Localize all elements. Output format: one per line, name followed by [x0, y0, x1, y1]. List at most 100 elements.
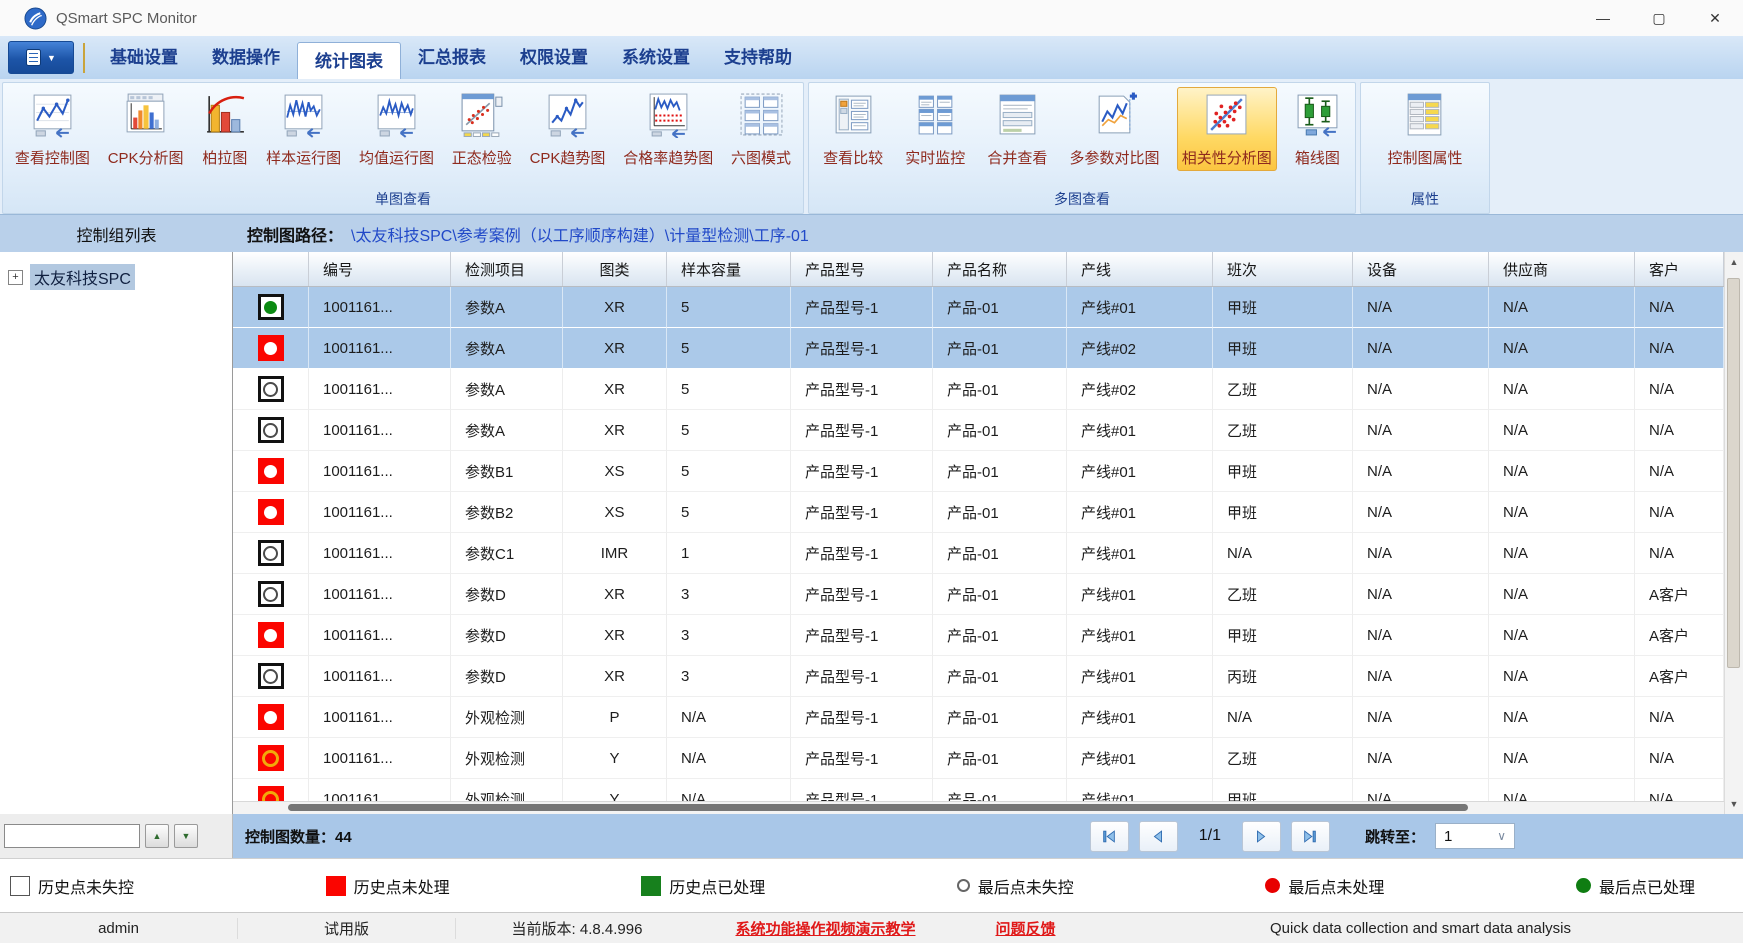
horizontal-scrollbar[interactable] — [233, 801, 1724, 814]
table-cell[interactable]: N/A — [1635, 287, 1724, 328]
ribbon-btn-normality-test[interactable]: 正态检验 — [447, 87, 517, 171]
table-header-cell[interactable]: 客户 — [1635, 252, 1724, 286]
cell-status[interactable] — [233, 287, 309, 328]
table-cell[interactable]: IMR — [563, 533, 667, 574]
table-cell[interactable]: A客户 — [1635, 615, 1724, 656]
next-page-button[interactable] — [1241, 820, 1281, 852]
table-cell[interactable]: N/A — [1213, 533, 1353, 574]
table-cell[interactable]: 产品-01 — [933, 656, 1067, 697]
table-cell[interactable]: 1001161... — [309, 533, 451, 574]
table-cell[interactable]: 产品-01 — [933, 369, 1067, 410]
table-cell[interactable]: 产品型号-1 — [791, 410, 933, 451]
cell-status[interactable] — [233, 492, 309, 533]
table-cell[interactable]: 3 — [667, 574, 791, 615]
table-cell[interactable]: N/A — [1635, 369, 1724, 410]
tree-node-label[interactable]: 太友科技SPC — [30, 264, 135, 290]
cell-status[interactable] — [233, 451, 309, 492]
table-cell[interactable]: 产品-01 — [933, 287, 1067, 328]
table-cell[interactable]: 乙班 — [1213, 410, 1353, 451]
prev-page-button[interactable] — [1138, 820, 1178, 852]
ribbon-btn-six-chart-mode[interactable]: 六图模式 — [726, 87, 796, 171]
table-cell[interactable]: 乙班 — [1213, 738, 1353, 779]
table-cell[interactable]: XR — [563, 410, 667, 451]
table-cell[interactable]: XR — [563, 287, 667, 328]
table-row[interactable]: 1001161... 参数C1 IMR 1 产品型号-1 产品-01 产线#01 N/A N/A… — [233, 533, 1724, 574]
table-cell[interactable]: 1001161... — [309, 287, 451, 328]
table-cell[interactable]: N/A — [1213, 697, 1353, 738]
table-cell[interactable]: N/A — [1635, 779, 1724, 801]
table-cell[interactable]: 产品-01 — [933, 328, 1067, 369]
feedback-link[interactable]: 问题反馈 — [995, 918, 1055, 939]
table-cell[interactable]: N/A — [1635, 328, 1724, 369]
table-cell[interactable]: N/A — [1489, 615, 1635, 656]
table-cell[interactable]: 1001161... — [309, 328, 451, 369]
table-cell[interactable]: 产线#02 — [1067, 328, 1213, 369]
table-cell[interactable]: 产品型号-1 — [791, 369, 933, 410]
table-cell[interactable]: 产品型号-1 — [791, 328, 933, 369]
table-cell[interactable]: 产品型号-1 — [791, 451, 933, 492]
table-cell[interactable]: 产品型号-1 — [791, 738, 933, 779]
table-cell[interactable]: 参数A — [451, 369, 563, 410]
table-cell[interactable]: 产线#01 — [1067, 656, 1213, 697]
table-cell[interactable]: 甲班 — [1213, 779, 1353, 801]
table-cell[interactable]: N/A — [1353, 287, 1489, 328]
table-cell[interactable]: 丙班 — [1213, 656, 1353, 697]
table-cell[interactable]: 外观检测 — [451, 738, 563, 779]
table-cell[interactable]: 1001161... — [309, 451, 451, 492]
cell-status[interactable] — [233, 574, 309, 615]
table-row[interactable]: 1001161... 参数D XR 3 产品型号-1 产品-01 产线#01 甲班 N/A N/A… — [233, 615, 1724, 656]
table-cell[interactable]: A客户 — [1635, 574, 1724, 615]
table-cell[interactable]: Y — [563, 779, 667, 801]
table-cell[interactable]: N/A — [1353, 369, 1489, 410]
table-cell[interactable]: N/A — [1489, 697, 1635, 738]
table-cell[interactable]: 3 — [667, 615, 791, 656]
table-cell[interactable]: N/A — [1489, 410, 1635, 451]
table-cell[interactable]: 产品-01 — [933, 451, 1067, 492]
table-header-cell[interactable]: 产线 — [1067, 252, 1213, 286]
tree-filter-input[interactable] — [4, 824, 140, 848]
table-cell[interactable]: N/A — [1489, 287, 1635, 328]
table-row[interactable]: 1001161... 参数A XR 5 产品型号-1 产品-01 产线#02 乙班 N/A N/A… — [233, 369, 1724, 410]
ribbon-btn-realtime-monitor[interactable]: 实时监控 — [900, 87, 970, 171]
table-cell[interactable]: 参数C1 — [451, 533, 563, 574]
ribbon-btn-sample-run[interactable]: 样本运行图 — [261, 87, 346, 171]
table-cell[interactable]: XS — [563, 451, 667, 492]
table-cell[interactable]: 参数B2 — [451, 492, 563, 533]
table-cell[interactable]: 参数D — [451, 574, 563, 615]
last-page-button[interactable] — [1290, 820, 1330, 852]
table-cell[interactable]: XR — [563, 328, 667, 369]
scroll-up-icon[interactable]: ▲ — [1725, 254, 1743, 270]
table-header-cell[interactable]: 设备 — [1353, 252, 1489, 286]
table-cell[interactable]: N/A — [1635, 451, 1724, 492]
table-cell[interactable]: 甲班 — [1213, 492, 1353, 533]
table-header-cell[interactable]: 检测项目 — [451, 252, 563, 286]
ribbon-btn-box-plot[interactable]: 箱线图 — [1289, 87, 1346, 171]
table-row[interactable]: 1001161... 参数A XR 5 产品型号-1 产品-01 产线#02 甲班 N/A N/A… — [233, 328, 1724, 369]
table-cell[interactable]: XR — [563, 656, 667, 697]
ribbon-btn-pass-rate-trend[interactable]: 合格率趋势图 — [618, 87, 718, 171]
table-cell[interactable]: 1001161... — [309, 574, 451, 615]
table-header-cell[interactable]: 班次 — [1213, 252, 1353, 286]
table-cell[interactable]: 1001161... — [309, 615, 451, 656]
table-row[interactable]: 1001161... 参数D XR 3 产品型号-1 产品-01 产线#01 丙班 N/A N/A… — [233, 656, 1724, 697]
table-header-cell[interactable]: 编号 — [309, 252, 451, 286]
table-row[interactable]: 1001161... 外观检测 Y N/A 产品型号-1 产品-01 产线#01 乙班 N/A N… — [233, 738, 1724, 779]
table-cell[interactable]: 1 — [667, 533, 791, 574]
table-cell[interactable]: N/A — [1353, 492, 1489, 533]
table-cell[interactable]: N/A — [1489, 328, 1635, 369]
table-cell[interactable]: 产品-01 — [933, 615, 1067, 656]
table-cell[interactable]: 5 — [667, 328, 791, 369]
table-cell[interactable]: 3 — [667, 656, 791, 697]
table-cell[interactable]: 产品型号-1 — [791, 533, 933, 574]
maximize-button[interactable]: ▢ — [1631, 0, 1687, 36]
table-cell[interactable]: N/A — [1353, 738, 1489, 779]
ribbon-btn-compare-view[interactable]: 查看比较 — [818, 87, 888, 171]
menu-tab-1[interactable]: 数据操作 — [195, 36, 297, 79]
vertical-scrollbar-thumb[interactable] — [1727, 278, 1740, 668]
table-cell[interactable]: 产品型号-1 — [791, 287, 933, 328]
table-cell[interactable]: 产品型号-1 — [791, 697, 933, 738]
table-cell[interactable]: 产品型号-1 — [791, 574, 933, 615]
filter-up-button[interactable]: ▲ — [145, 824, 169, 848]
ribbon-btn-view-control-chart[interactable]: 查看控制图 — [10, 87, 95, 171]
ribbon-btn-correlation-analysis[interactable]: 相关性分析图 — [1176, 87, 1277, 171]
